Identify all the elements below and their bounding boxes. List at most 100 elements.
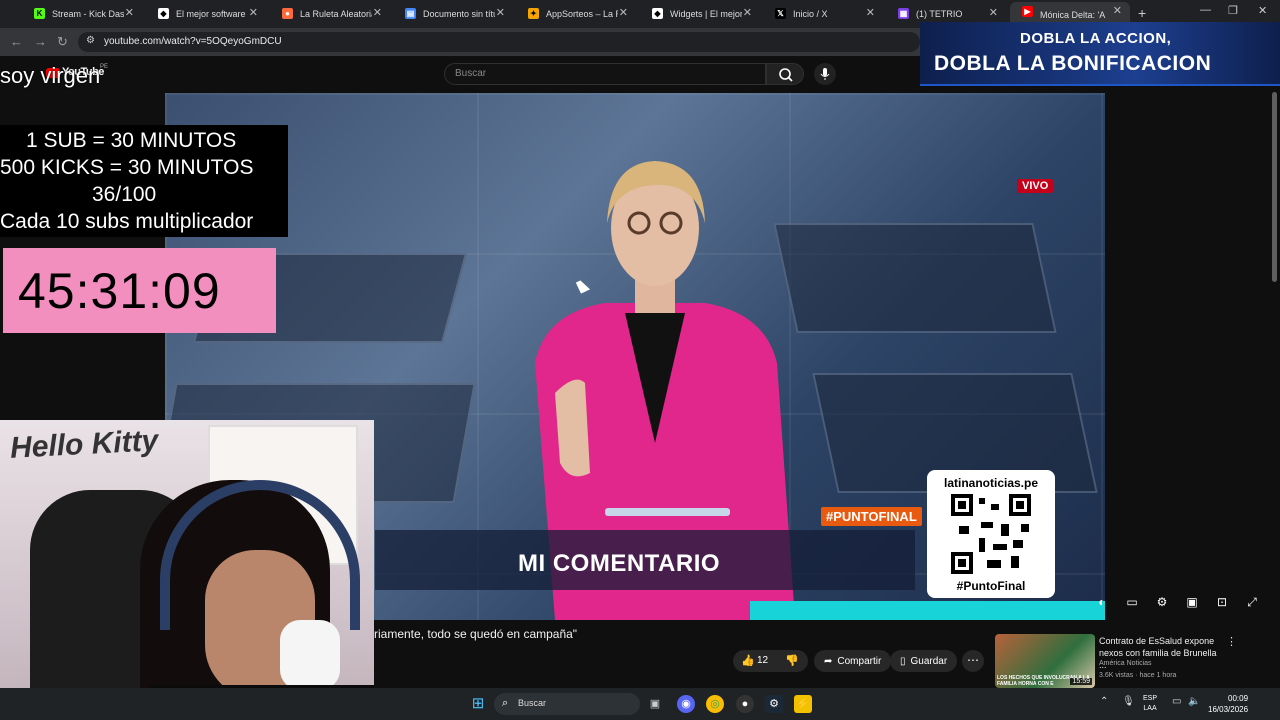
- browser-tab[interactable]: ◆ Widgets | El mejor so✕: [640, 4, 760, 24]
- voice-search-button[interactable]: [814, 63, 836, 85]
- close-tab-icon[interactable]: ✕: [125, 6, 134, 19]
- subtitles-icon[interactable]: ▭: [1124, 595, 1140, 611]
- suggested-video-thumbnail[interactable]: LOS HECHOS QUE INVOLUCRAN A LA FAMILIA H…: [995, 634, 1095, 688]
- reload-icon[interactable]: ↻: [57, 34, 68, 50]
- forward-icon[interactable]: →: [34, 34, 47, 49]
- tray-mic-icon[interactable]: 🎙: [1122, 696, 1135, 707]
- cast-icon[interactable]: ⊡: [1214, 595, 1230, 611]
- progress-band: [750, 601, 1105, 620]
- language-indicator[interactable]: ESP LAA: [1143, 694, 1157, 714]
- like-count: 12: [757, 655, 769, 666]
- search-button[interactable]: [766, 63, 804, 85]
- youtube-icon: ▶: [1022, 6, 1033, 17]
- search-icon: [779, 68, 793, 82]
- player-controls: ◐ ▭ ⚙ ▣ ⊡ ⤢: [1094, 595, 1260, 611]
- lower-third: MI COMENTARIO: [375, 530, 915, 590]
- maximize-icon[interactable]: ❐: [1228, 4, 1238, 17]
- x-icon: 𝕏: [775, 8, 786, 19]
- settings-gear-icon[interactable]: ⚙: [1154, 595, 1170, 611]
- suggested-channel[interactable]: América Noticias: [1099, 660, 1152, 667]
- stream-title-overlay: soy virgen: [0, 63, 101, 88]
- tissue: [280, 620, 340, 690]
- miniplayer-icon[interactable]: ▣: [1184, 595, 1200, 611]
- language-code: ESP: [1143, 695, 1158, 702]
- close-tab-icon[interactable]: ✕: [373, 6, 382, 19]
- share-label: Compartir: [837, 655, 882, 667]
- close-tab-icon[interactable]: ✕: [1113, 4, 1122, 17]
- save-label: Guardar: [910, 655, 948, 667]
- wheel-icon: ●: [282, 8, 293, 19]
- share-button[interactable]: ➦ Compartir: [814, 650, 892, 672]
- back-icon[interactable]: ←: [10, 34, 23, 49]
- fullscreen-icon[interactable]: ⤢: [1244, 595, 1260, 611]
- tray-chevron-icon[interactable]: ⌃: [1100, 696, 1108, 707]
- search-icon: ⌕: [502, 697, 509, 709]
- browser-tab[interactable]: ◆ El mejor software par✕: [146, 4, 266, 24]
- dislike-icon[interactable]: 👎: [785, 654, 799, 667]
- browser-tab[interactable]: ▤ Documento sin título✕: [393, 4, 513, 24]
- tetrio-icon: ▦: [898, 8, 909, 19]
- new-tab-button[interactable]: +: [1138, 5, 1146, 21]
- subathon-rules: 1 SUB = 30 MINUTOS 500 KICKS = 30 MINUTO…: [0, 125, 288, 237]
- system-clock[interactable]: 00:09 16/03/2026: [1208, 693, 1248, 715]
- close-tab-icon[interactable]: ✕: [866, 6, 875, 19]
- classroom-desk: [773, 223, 1057, 333]
- kebab-menu-icon[interactable]: ⋮: [1226, 635, 1237, 648]
- browser-tab[interactable]: ▦ (1) TETRIO ✕: [886, 4, 1006, 24]
- tab-title: Mónica Delta: 'A: [1040, 10, 1106, 20]
- youtube-search-input[interactable]: Buscar: [444, 63, 766, 85]
- browser-tab[interactable]: 𝕏 Inicio / X ✕: [763, 4, 883, 24]
- close-tab-icon[interactable]: ✕: [249, 6, 258, 19]
- close-tab-icon[interactable]: ✕: [619, 6, 628, 19]
- app-icon[interactable]: ⚡: [794, 695, 812, 713]
- network-icon[interactable]: ▭: [1172, 696, 1181, 707]
- suggested-meta: 3.6K vistas · hace 1 hora: [1099, 672, 1177, 679]
- taskbar-search[interactable]: ⌕ Buscar: [494, 693, 640, 715]
- share-icon: ➦: [824, 655, 833, 667]
- webcam-feed: Hello Kitty: [0, 420, 374, 720]
- rule-line: 36/100: [92, 183, 157, 206]
- search-placeholder: Buscar: [455, 68, 487, 79]
- close-tab-icon[interactable]: ✕: [743, 6, 752, 19]
- discord-icon[interactable]: ◉: [677, 695, 695, 713]
- autoplay-toggle-icon[interactable]: ◐: [1094, 595, 1110, 611]
- appsorteos-icon: ✦: [528, 8, 539, 19]
- close-tab-icon[interactable]: ✕: [496, 6, 505, 19]
- site-info-icon[interactable]: ⚙: [86, 35, 95, 46]
- tab-title: Inicio / X: [793, 9, 828, 19]
- task-view-icon[interactable]: ▣: [646, 695, 664, 713]
- save-button[interactable]: ▯ Guardar: [890, 650, 958, 672]
- tab-title: Widgets | El mejor so: [670, 9, 742, 19]
- lower-third-text: MI COMENTARIO: [518, 550, 721, 577]
- close-tab-icon[interactable]: ✕: [989, 6, 998, 19]
- more-actions-button[interactable]: ⋯: [962, 650, 984, 672]
- obs-icon[interactable]: ●: [736, 695, 754, 713]
- clock-date: 16/03/2026: [1208, 705, 1249, 714]
- rule-line: 500 KICKS = 30 MINUTOS: [0, 156, 254, 179]
- page-scrollbar[interactable]: [1272, 92, 1277, 282]
- qr-card: latinanoticias.pe #PuntoFinal: [927, 470, 1055, 598]
- browser-tab[interactable]: ✦ AppSorteos – La Rule✕: [516, 4, 636, 24]
- steam-icon[interactable]: ⚙: [765, 695, 783, 713]
- address-bar[interactable]: ⚙ youtube.com/watch?v=5OQeyoGmDCU: [78, 32, 920, 52]
- browser-tab[interactable]: ● La Ruleta Aleatoria ✕: [270, 4, 390, 24]
- qr-code-icon: [951, 494, 1031, 574]
- promo-banner: DOBLA LA ACCION, DOBLA LA BONIFICACION: [920, 22, 1280, 86]
- taskbar-search-label: Buscar: [518, 698, 547, 708]
- rule-line: Cada 10 subs multiplicador: [0, 210, 254, 233]
- browser-tab[interactable]: K Stream - Kick Dashbo✕: [22, 4, 142, 24]
- volume-icon[interactable]: 🔈: [1188, 696, 1200, 707]
- hashtag-badge: #PUNTOFINAL: [821, 507, 922, 526]
- close-window-icon[interactable]: ✕: [1258, 4, 1267, 17]
- tab-title: Stream - Kick Dashbo: [52, 9, 124, 19]
- minimize-icon[interactable]: —: [1200, 4, 1211, 16]
- like-icon[interactable]: 👍: [741, 654, 755, 667]
- live-badge: VIVO: [1017, 179, 1054, 193]
- promo-line1: DOBLA LA ACCION,: [1020, 30, 1172, 47]
- video-title: riamente, todo se quedó en campaña": [374, 627, 578, 641]
- chrome-icon[interactable]: ◎: [706, 695, 724, 713]
- video-duration: 15:59: [1070, 678, 1092, 685]
- windows-start-icon[interactable]: ⊞: [469, 695, 487, 713]
- clock-time: 00:09: [1228, 694, 1249, 703]
- bookmark-icon: ▯: [900, 655, 906, 667]
